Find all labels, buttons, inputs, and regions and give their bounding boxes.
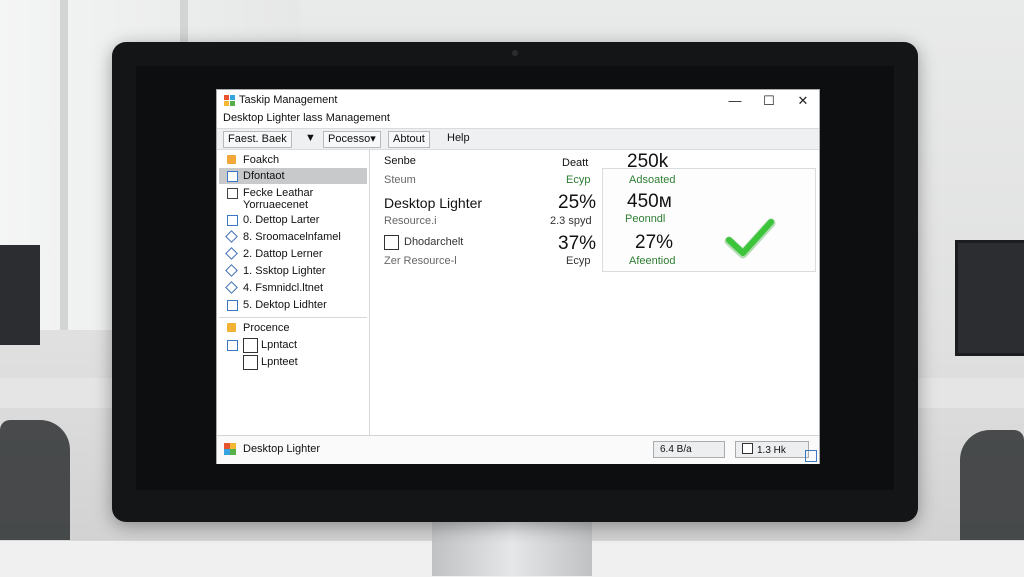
menu-item-help[interactable]: Help: [443, 131, 474, 146]
sidebar-item[interactable]: 0. Dettop Larter: [219, 212, 367, 228]
monitor-stand: [432, 520, 592, 576]
sidebar-subitem[interactable]: Lpntact: [219, 337, 367, 353]
sidebar-item[interactable]: 8. Sroomacelnfamel: [219, 229, 367, 245]
cell-status: Ecyp: [566, 174, 591, 186]
panel-value: 250k: [627, 151, 669, 172]
maximize-button[interactable]: ☐: [755, 92, 783, 110]
diamond-icon: [225, 230, 238, 243]
minimize-button[interactable]: —: [721, 92, 749, 110]
sidebar-item-selected[interactable]: Dfontaot: [219, 168, 367, 184]
folder-icon: [227, 155, 236, 164]
cell-text: Resource.i: [384, 215, 437, 227]
sidebar: Foakch Dfontaot Fecke Leathar Yorruaecen…: [217, 149, 370, 435]
folder-icon: [227, 340, 238, 351]
monitor: Taskip Management — ☐ ✕ Desktop Lighter …: [112, 42, 918, 522]
sidebar-item-label: Dfontaot: [243, 170, 285, 182]
main-content: Senbe Steum Desktop Lighter Resource.i D…: [370, 149, 819, 435]
window-subtitle: Desktop Lighter lass Management: [223, 112, 390, 124]
cell-text: 2.3 spyd: [550, 215, 592, 227]
cell-text: Ecyp: [566, 255, 591, 267]
sidebar-item-label: Lpnteet: [261, 356, 298, 368]
status-rate-box: 1.3 Hk: [735, 441, 809, 458]
sidebar-item[interactable]: 1. Ssktop Lighter: [219, 263, 367, 279]
menu-item-process[interactable]: Pocesso▾: [323, 131, 381, 148]
sidebar-group-header[interactable]: Procence: [219, 320, 367, 336]
sidebar-separator: [219, 317, 367, 318]
sidebar-item-label: 1. Ssktop Lighter: [243, 265, 326, 277]
sidebar-item[interactable]: Yorruaecenet: [219, 197, 367, 213]
diamond-icon: [225, 247, 238, 260]
checkbox[interactable]: [384, 235, 399, 250]
status-rate-text: 1.3 Hk: [757, 445, 786, 456]
sidebar-item-label: Lpntact: [261, 339, 298, 351]
sidebar-item[interactable]: 4. Fsmnidcl.ltnet: [219, 280, 367, 296]
column-header: Senbe: [384, 155, 416, 167]
sidebar-item-label: 5. Dektop Lidhter: [243, 299, 327, 311]
panel-label: Adsoated: [629, 174, 676, 186]
app-logo-icon: [224, 443, 236, 455]
menu-dropdown-arrow[interactable]: ▼: [301, 131, 320, 146]
panel-label: Peonndl: [625, 213, 666, 225]
title-bar: Taskip Management — ☐ ✕: [217, 90, 819, 112]
sidebar-group-title: Procence: [243, 322, 290, 334]
menu-bar: Faest. Baek ▼ Pocesso▾ Abtout Help: [217, 128, 819, 150]
window-mullion: [60, 0, 68, 330]
diamond-icon: [225, 264, 238, 277]
panel-value: 450м: [627, 191, 672, 212]
close-button[interactable]: ✕: [789, 92, 817, 110]
sidebar-item-label: 0. Dettop Larter: [243, 214, 320, 226]
folder-open-icon: [227, 323, 236, 332]
camera: [512, 50, 518, 56]
sidebar-item[interactable]: 2. Dattop Lerner: [219, 246, 367, 262]
cell-text: Dhodarchelt: [404, 236, 464, 248]
sidebar-item-label: Foakch: [243, 154, 280, 166]
column-header: Deatt: [562, 157, 589, 169]
menu-item-file[interactable]: Faest. Baek: [223, 131, 292, 148]
sidebar-item-label: 2. Dattop Lerner: [243, 248, 323, 260]
summary-panel: 250k Adsoated 450м Peonndl 27% Afeentiod: [602, 151, 816, 272]
sidebar-item-label: 8. Sroomacelnfamel: [243, 231, 341, 243]
window-title: Taskip Management: [239, 94, 338, 106]
app-logo-icon: [224, 95, 235, 106]
cell-text: Zer Resource-l: [384, 255, 457, 267]
sidebar-subitem[interactable]: Lpnteet: [219, 354, 367, 370]
list-icon: [227, 171, 238, 182]
sidebar-item-label: Yorruaecenet: [243, 199, 309, 211]
cell-value: 25%: [558, 192, 597, 213]
checkmark-icon: [724, 218, 776, 259]
panel-value: 27%: [635, 232, 674, 253]
sidebar-item[interactable]: Foakch: [219, 152, 367, 168]
app-window: Taskip Management — ☐ ✕ Desktop Lighter …: [216, 89, 820, 464]
background-monitor-right: [955, 240, 1024, 356]
menu-item-about[interactable]: Abtout: [388, 131, 430, 148]
status-label: Desktop Lighter: [243, 443, 321, 455]
cell-title: Desktop Lighter: [384, 195, 483, 211]
status-checkbox[interactable]: [742, 443, 753, 454]
document-icon: [227, 215, 238, 226]
cell-value: 37%: [558, 233, 597, 254]
sidebar-item[interactable]: 5. Dektop Lidhter: [219, 297, 367, 313]
checkbox[interactable]: [243, 338, 258, 353]
status-size-box: 6.4 B/a: [653, 441, 725, 458]
document-icon: [227, 300, 238, 311]
apple-logo-icon: [508, 499, 520, 513]
checkbox[interactable]: [243, 355, 258, 370]
background-chair-left: [0, 420, 70, 560]
cell-text: Steum: [384, 174, 416, 186]
background-monitor-left: [0, 245, 40, 345]
status-bar: Desktop Lighter 6.4 B/a 1.3 Hk: [217, 435, 819, 464]
panel-label: Afeentiod: [629, 255, 676, 267]
resize-grip-icon[interactable]: [805, 450, 817, 462]
sidebar-item-label: 4. Fsmnidcl.ltnet: [243, 282, 324, 294]
diamond-icon: [225, 281, 238, 294]
